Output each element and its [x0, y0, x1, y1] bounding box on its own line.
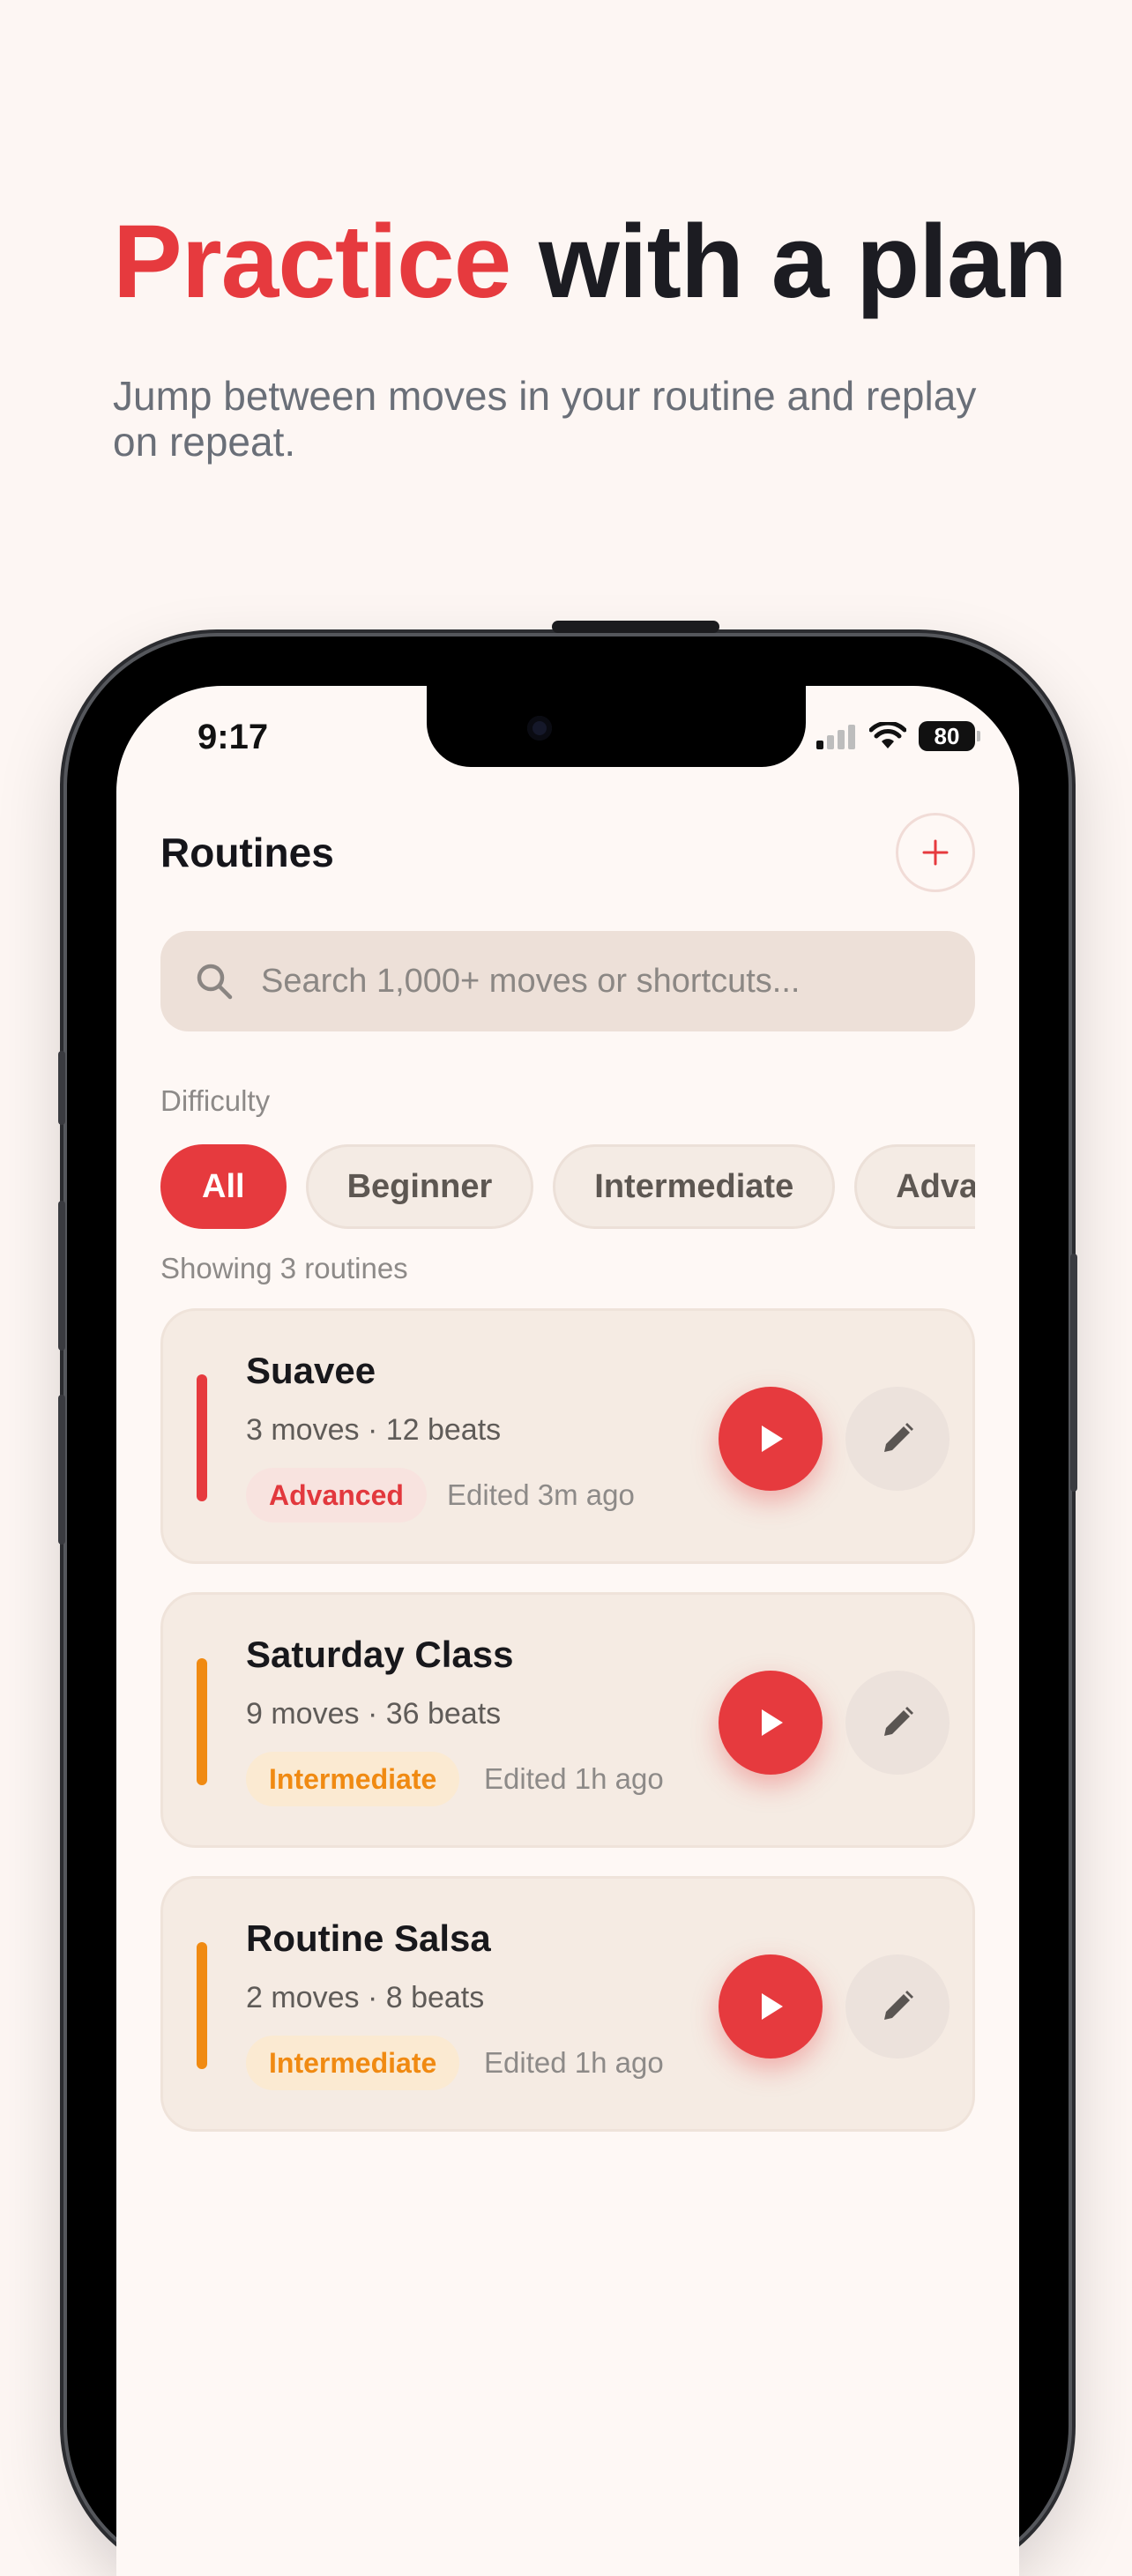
hero-subtitle: Jump between moves in your routine and r…: [113, 373, 977, 465]
hero-title-accent: Practice: [113, 204, 511, 320]
search-icon: [197, 964, 233, 1000]
play-icon: [762, 1993, 783, 2020]
routine-meta: 9 moves · 36 beats: [246, 1697, 502, 1731]
routines-title: Routines: [160, 830, 334, 875]
routine-meta: 3 moves · 12 beats: [246, 1413, 502, 1447]
routine-meta: 2 moves · 8 beats: [246, 1981, 485, 2014]
speaker-grille: [552, 621, 719, 633]
play-button[interactable]: [719, 1954, 823, 2059]
difficulty-badge: Intermediate: [246, 1752, 460, 1806]
status-time: 9:17: [197, 718, 269, 756]
volume-down-button: [58, 1395, 65, 1545]
results-count: Showing 3 routines: [160, 1252, 408, 1284]
routine-name: Routine Salsa: [246, 1917, 491, 1959]
difficulty-filter: All Beginner Intermediate Advanced: [160, 1144, 975, 1232]
play-button[interactable]: [719, 1671, 823, 1775]
routine-card[interactable]: Suavee 3 moves · 12 beats Advanced Edite…: [160, 1308, 975, 1564]
pencil-icon: [884, 1707, 913, 1736]
play-icon: [762, 1709, 783, 1736]
edited-time: Edited 3m ago: [447, 1478, 635, 1511]
plus-icon: [922, 839, 949, 866]
difficulty-label: Difficulty: [160, 1084, 271, 1117]
play-button[interactable]: [719, 1387, 823, 1491]
hero-title: Practice with a plan: [113, 207, 1068, 317]
difficulty-badge: Intermediate: [246, 2036, 460, 2090]
phone-frame: 9:17 80 Routines Search 1,000+ moves or …: [58, 621, 1077, 2576]
phone-screen: 9:17 80 Routines Search 1,000+ moves or …: [116, 686, 1019, 2576]
pencil-icon: [884, 1991, 913, 2020]
routine-name: Saturday Class: [246, 1634, 514, 1675]
cellular-signal-icon: [816, 725, 855, 749]
power-button: [1070, 1254, 1077, 1492]
difficulty-stripe: [197, 1942, 207, 2069]
status-icons: 80: [816, 721, 980, 751]
volume-up-button: [58, 1201, 65, 1351]
notch: [427, 686, 806, 767]
routine-name: Suavee: [246, 1350, 376, 1391]
edited-time: Edited 1h ago: [484, 2046, 664, 2079]
filter-chip-beginner[interactable]: Beginner: [305, 1144, 534, 1229]
difficulty-stripe: [197, 1658, 207, 1785]
wifi-icon: [869, 722, 906, 748]
battery-icon: 80: [919, 721, 980, 751]
routine-card[interactable]: Routine Salsa 2 moves · 8 beats Intermed…: [160, 1876, 975, 2132]
edit-button[interactable]: [845, 1954, 950, 2059]
front-camera: [527, 716, 552, 741]
pencil-icon: [884, 1423, 913, 1452]
edit-button[interactable]: [845, 1387, 950, 1491]
play-icon: [762, 1426, 783, 1452]
add-routine-button[interactable]: [896, 813, 975, 892]
routine-card[interactable]: Saturday Class 9 moves · 36 beats Interm…: [160, 1592, 975, 1848]
difficulty-stripe: [197, 1374, 207, 1501]
search-input[interactable]: [259, 961, 950, 1001]
filter-chip-all[interactable]: All: [160, 1144, 287, 1229]
filter-chip-advanced[interactable]: Advanced: [854, 1144, 975, 1229]
filter-chip-intermediate[interactable]: Intermediate: [553, 1144, 836, 1229]
difficulty-badge: Advanced: [246, 1468, 427, 1523]
search-bar[interactable]: [160, 931, 975, 1031]
hero-title-rest: with a plan: [510, 204, 1068, 320]
edited-time: Edited 1h ago: [484, 1762, 664, 1795]
action-button: [58, 1051, 65, 1125]
edit-button[interactable]: [845, 1671, 950, 1775]
